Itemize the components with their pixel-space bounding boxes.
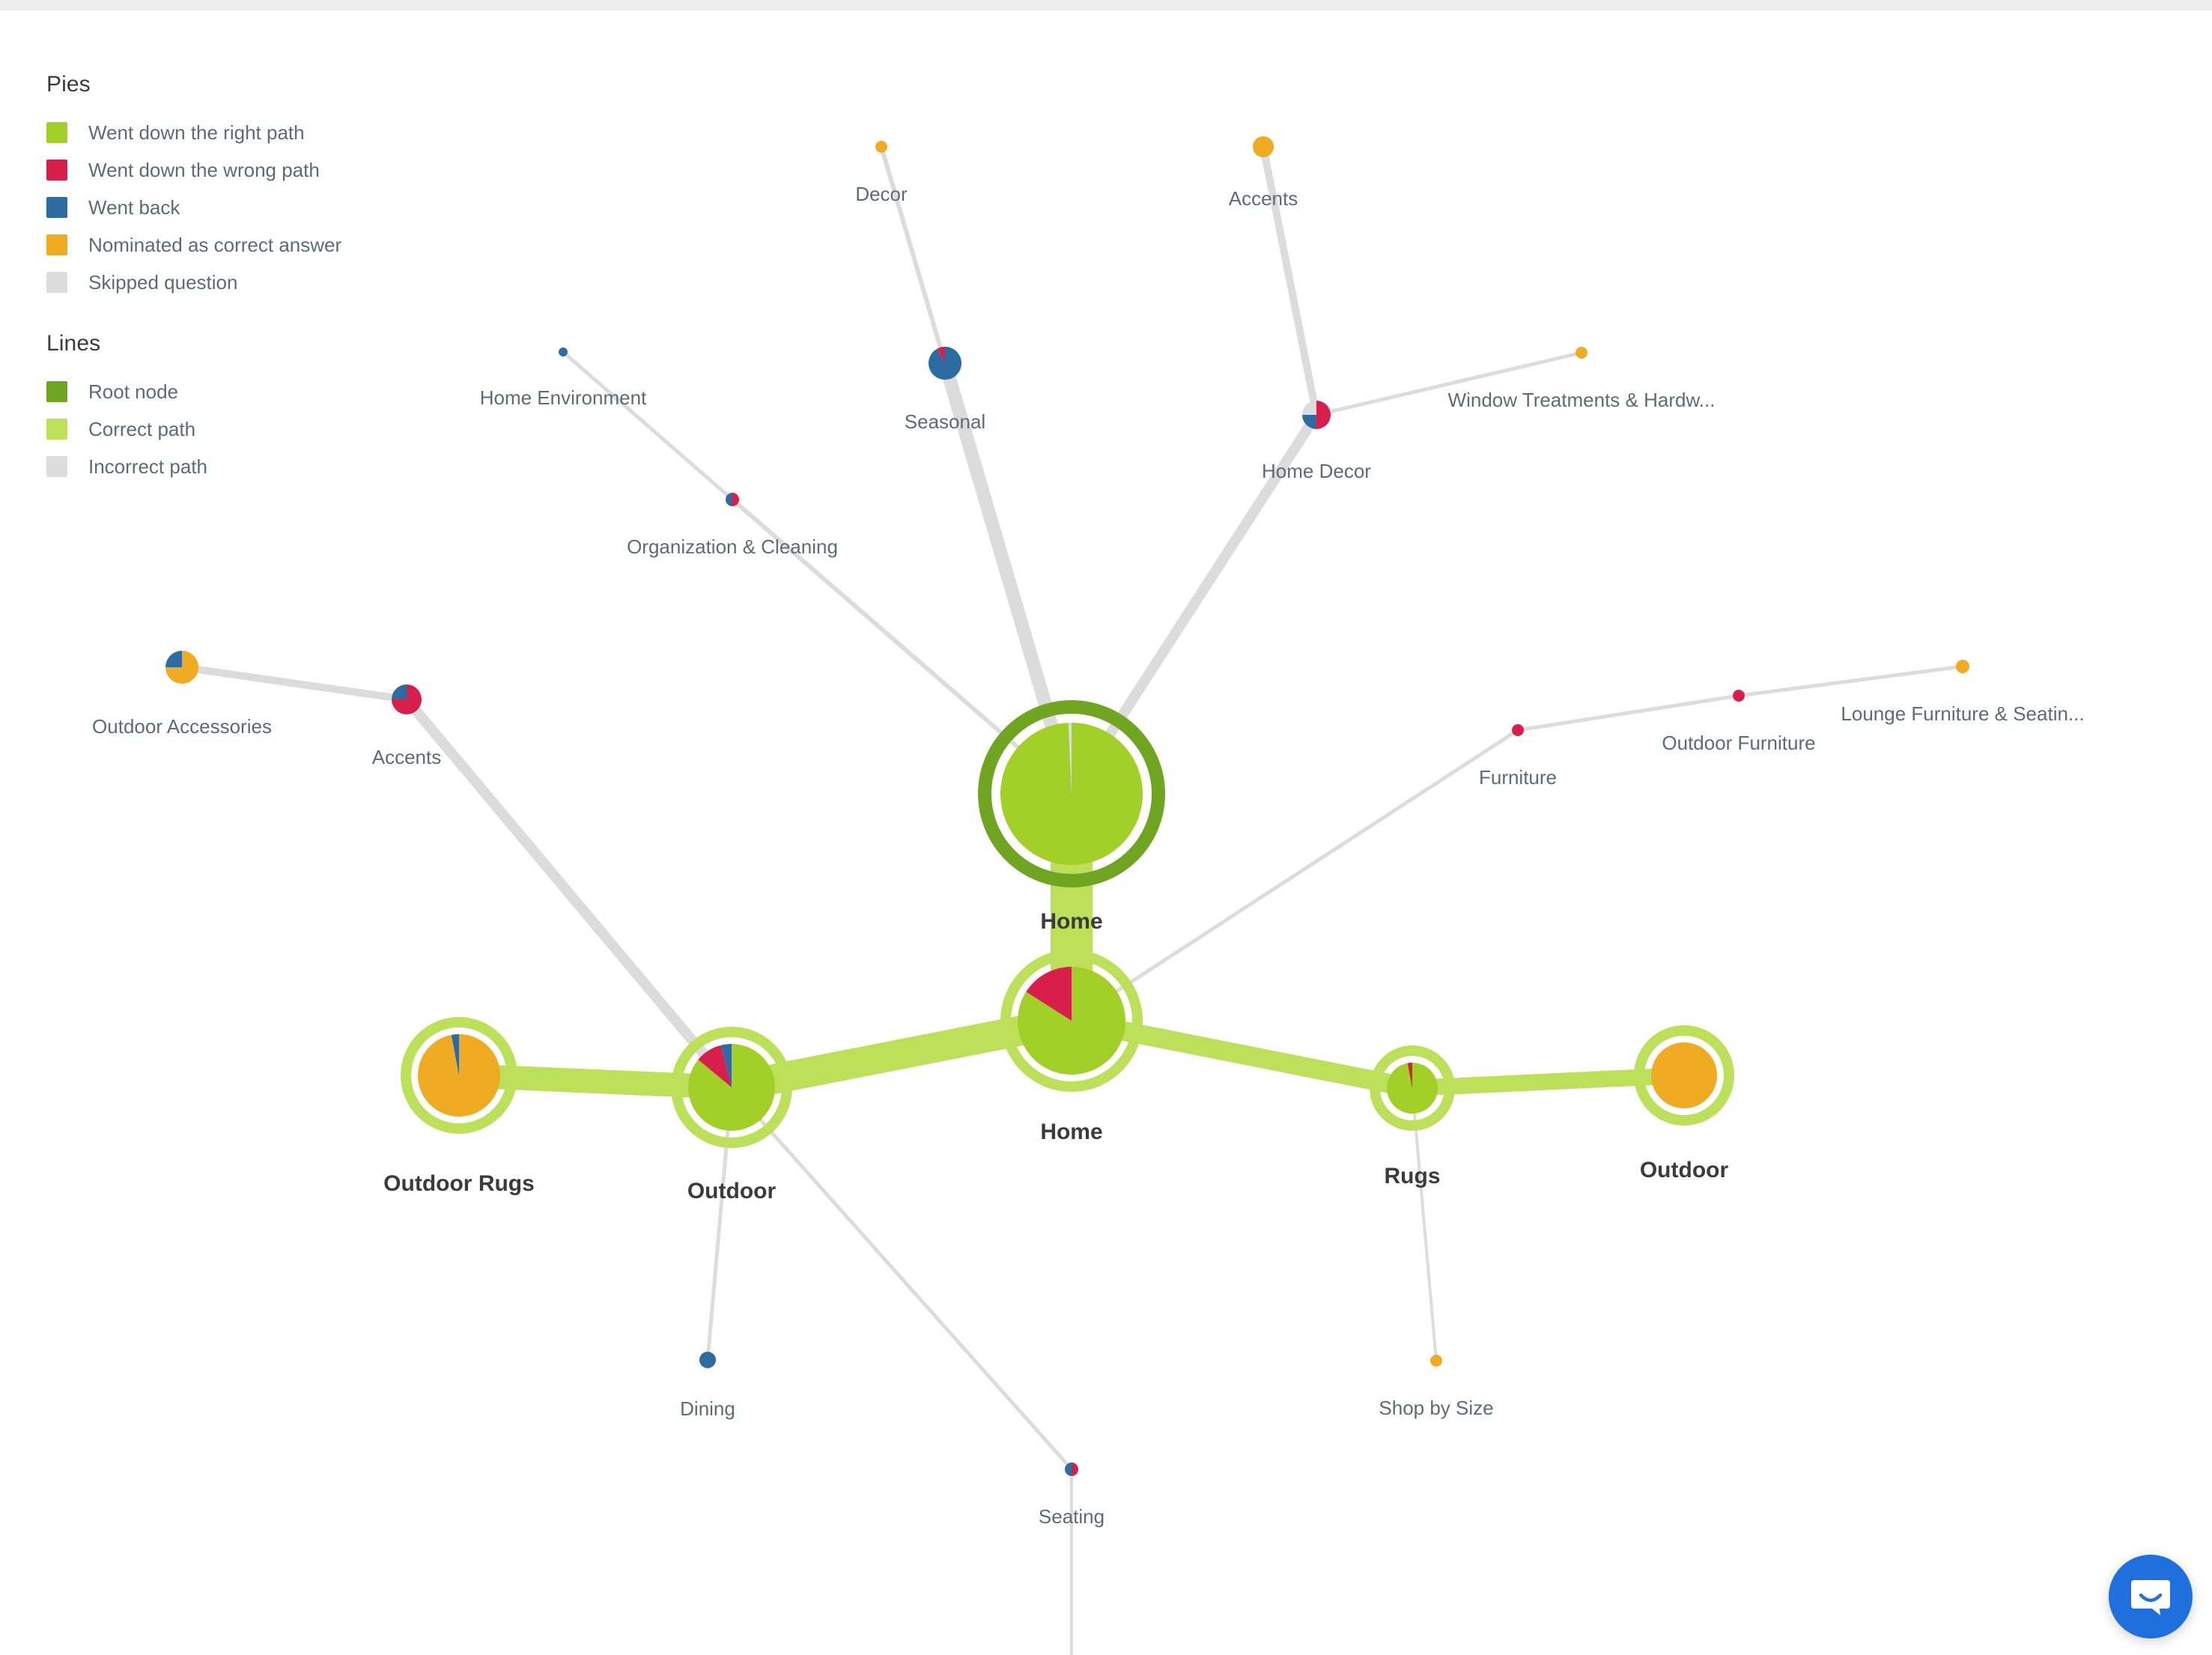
node-label: Outdoor: [1639, 1158, 1729, 1182]
legend-pie-label: Went back: [88, 195, 180, 219]
legend-pie-item: Went back: [46, 189, 436, 226]
legend-line-item: Incorrect path: [46, 448, 436, 485]
graph-node[interactable]: [1000, 950, 1143, 1092]
legend-pie-item: Went down the right path: [46, 114, 436, 151]
node-label: Outdoor Furniture: [1662, 732, 1816, 754]
pie-slice-wrong-path: [1732, 690, 1745, 702]
legend-pie-item: Went down the wrong path: [46, 151, 436, 189]
node-label: Organization & Cleaning: [627, 535, 838, 558]
graph-nodes: [165, 136, 1969, 1476]
graph-node[interactable]: [726, 493, 739, 506]
node-label: Home Environment: [479, 386, 647, 409]
graph-node[interactable]: [699, 1352, 716, 1369]
node-label: Decor: [855, 183, 908, 205]
legend-lines-title: Lines: [46, 331, 101, 356]
graph-node[interactable]: [1429, 1355, 1442, 1367]
legend-line-label: Incorrect path: [88, 455, 207, 478]
node-label: Outdoor Accessories: [92, 715, 272, 738]
pie-slice-went-back: [558, 347, 568, 357]
pie-slice-went-back: [165, 651, 182, 667]
graph-node[interactable]: [165, 651, 198, 684]
node-label: Home: [1040, 909, 1103, 934]
legend-pie-label: Went down the wrong path: [88, 158, 320, 181]
graph-node[interactable]: [401, 1017, 517, 1134]
pie-slice-nominated: [1252, 136, 1274, 158]
graph-link-incorrect: [181, 663, 407, 703]
graph-node[interactable]: [558, 347, 568, 357]
graph-node[interactable]: [929, 347, 961, 380]
graph-node[interactable]: [392, 684, 422, 714]
node-label: Home: [1040, 1120, 1103, 1144]
legend-pie-swatch-icon: [46, 234, 67, 255]
pie-slice-nominated: [875, 141, 887, 154]
graph-node[interactable]: [1252, 136, 1274, 158]
chat-bubble-icon: [2131, 1580, 2170, 1615]
graph-link-incorrect: [879, 146, 947, 364]
legend-pies-rows: Went down the right path Went down the wr…: [46, 114, 436, 301]
node-label: Window Treatments & Hardw...: [1447, 389, 1716, 411]
legend-pie-item: Nominated as correct answer: [46, 226, 436, 264]
node-label: Accents: [1228, 187, 1298, 210]
node-label: Seasonal: [904, 410, 986, 433]
legend-pie-swatch-icon: [46, 272, 67, 293]
node-label: Outdoor Rugs: [383, 1171, 535, 1196]
legend-pie-swatch-icon: [46, 122, 67, 143]
graph-link-incorrect: [402, 696, 736, 1091]
pie-slice-nominated: [1955, 660, 1969, 673]
graph-node[interactable]: [875, 141, 887, 154]
node-label: Outdoor: [687, 1179, 777, 1203]
node-label: Dining: [680, 1397, 735, 1420]
legend-pie-swatch-icon: [46, 160, 67, 180]
pie-slice-went-back: [392, 684, 407, 699]
pie-slice-went-back: [699, 1352, 716, 1369]
intercom-messenger-launcher[interactable]: [2109, 1555, 2193, 1639]
legend-line-item: Root node: [46, 373, 436, 410]
node-label: Shop by Size: [1379, 1397, 1494, 1419]
legend: Pies Went down the right path Went down t…: [46, 72, 436, 515]
node-label: Accents: [371, 746, 442, 768]
pie-slice-wrong-path: [1316, 401, 1331, 429]
legend-pies-block: Pies Went down the right path Went down t…: [46, 72, 436, 301]
graph-node[interactable]: [671, 1027, 792, 1148]
pie-slice-skipped: [1302, 401, 1316, 415]
legend-line-item: Correct path: [46, 410, 436, 448]
pie-slice-nominated: [418, 1034, 501, 1117]
legend-pie-swatch-icon: [46, 197, 67, 218]
graph-node[interactable]: [1302, 401, 1331, 429]
legend-pie-label: Went down the right path: [88, 121, 305, 144]
legend-line-swatch-icon: [46, 456, 67, 477]
pie-slice-nominated: [1429, 1355, 1442, 1367]
node-label: Home Decor: [1262, 460, 1371, 482]
legend-pies-title: Pies: [46, 72, 91, 97]
graph-node[interactable]: [1065, 1463, 1078, 1476]
legend-line-label: Root node: [88, 380, 178, 403]
graph-link-incorrect: [730, 1086, 1073, 1471]
graph-link-incorrect: [562, 350, 734, 501]
graph-node[interactable]: [978, 700, 1165, 887]
graph-links: [181, 146, 1963, 1655]
legend-lines-block: Lines Root node Correct path Incorrect pat…: [46, 331, 436, 485]
pie-slice-nominated: [1650, 1042, 1717, 1109]
legend-pie-item: Skipped question: [46, 264, 436, 301]
pie-slice-wrong-path: [1511, 724, 1524, 737]
node-label: Lounge Furniture & Seatin...: [1841, 702, 2085, 725]
pie-slice-wrong-path: [1072, 1463, 1078, 1476]
graph-node[interactable]: [1511, 724, 1524, 737]
graph-node[interactable]: [1575, 347, 1587, 359]
graph-link-incorrect: [1738, 664, 1963, 698]
node-label: Seating: [1038, 1505, 1105, 1528]
legend-pie-label: Skipped question: [88, 270, 238, 294]
graph-node[interactable]: [1955, 660, 1969, 673]
legend-line-swatch-icon: [46, 381, 67, 402]
node-label: Furniture: [1478, 766, 1558, 789]
graph-node[interactable]: [1634, 1025, 1734, 1126]
pie-slice-nominated: [1575, 347, 1587, 359]
legend-pie-label: Nominated as correct answer: [88, 233, 342, 256]
node-label: Rugs: [1384, 1164, 1441, 1188]
legend-line-swatch-icon: [46, 419, 67, 440]
graph-link-incorrect: [1517, 693, 1739, 732]
legend-lines-rows: Root node Correct path Incorrect path: [46, 373, 436, 485]
legend-line-label: Correct path: [88, 417, 196, 440]
graph-node[interactable]: [1732, 690, 1745, 702]
